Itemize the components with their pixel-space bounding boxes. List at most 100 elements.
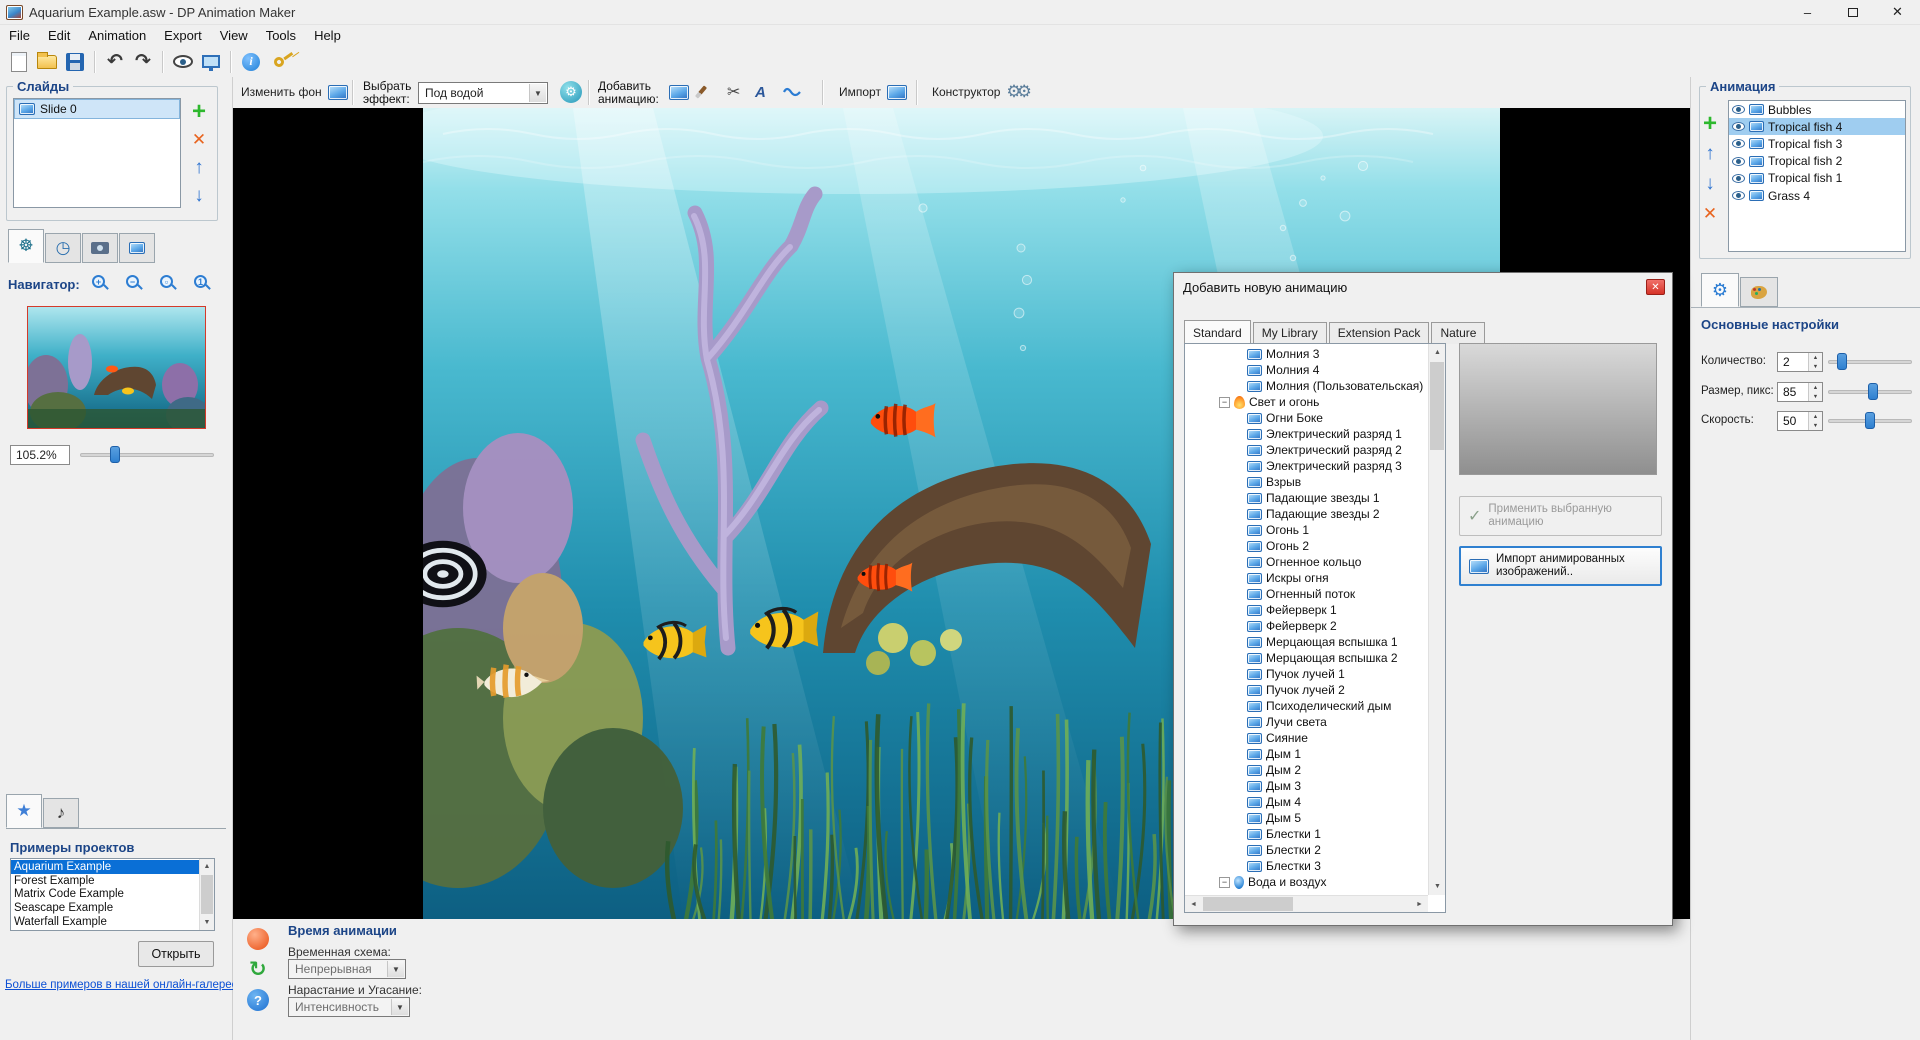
move-animation-up-button[interactable]: ↑	[1698, 142, 1722, 166]
tab-examples[interactable]: ★	[6, 794, 42, 828]
tree-category[interactable]: −Вода и воздух	[1185, 874, 1428, 890]
animation-item[interactable]: Tropical fish 2	[1729, 153, 1905, 170]
tree-item[interactable]: Электрический разряд 3	[1185, 458, 1428, 474]
menu-edit[interactable]: Edit	[39, 26, 79, 45]
add-slide-button[interactable]: +	[187, 100, 211, 124]
delete-animation-button[interactable]: ✕	[1698, 202, 1722, 226]
menu-tools[interactable]: Tools	[257, 26, 305, 45]
slider-thumb[interactable]	[1868, 383, 1878, 400]
delete-slide-button[interactable]: ✕	[187, 128, 211, 152]
tree-item[interactable]: Психоделический дым	[1185, 698, 1428, 714]
spin-down-icon[interactable]: ▼	[1809, 421, 1822, 430]
open-example-button[interactable]: Открыть	[138, 941, 214, 967]
tree-item[interactable]: Молния (Пользовательская)	[1185, 378, 1428, 394]
dialog-tab-extension-pack[interactable]: Extension Pack	[1329, 322, 1430, 344]
add-wave-effect-button[interactable]	[779, 79, 805, 105]
add-brush-effect-button[interactable]	[695, 79, 707, 105]
animation-item[interactable]: Bubbles	[1729, 101, 1905, 118]
zoom-fit-button[interactable]: ▫	[160, 275, 178, 293]
minimize-button[interactable]: –	[1785, 0, 1830, 24]
tab-appearance[interactable]	[1740, 277, 1778, 307]
chevron-down-icon[interactable]: ▼	[391, 999, 408, 1015]
tree-item[interactable]: Дым 4	[1185, 794, 1428, 810]
zoom-in-button[interactable]: +	[92, 275, 110, 293]
menu-view[interactable]: View	[211, 26, 257, 45]
add-cutout-button[interactable]: ✂	[723, 79, 744, 105]
slider-thumb[interactable]	[110, 446, 120, 463]
example-item[interactable]: Forest Example	[11, 874, 199, 888]
scrollbar-thumb[interactable]	[201, 875, 213, 914]
tab-time[interactable]: ◷	[45, 233, 81, 263]
tab-settings[interactable]: ⚙	[1701, 273, 1739, 307]
tree-item[interactable]: Дым 3	[1185, 778, 1428, 794]
scroll-left-icon[interactable]: ◄	[1185, 896, 1202, 913]
timer-icon[interactable]	[247, 928, 269, 950]
chevron-down-icon[interactable]: ▼	[529, 84, 546, 102]
add-text-button[interactable]: A	[751, 79, 770, 105]
navigator-thumbnail[interactable]	[27, 306, 206, 429]
setting-spinner[interactable]: 2▲▼	[1777, 352, 1823, 372]
preview-button[interactable]	[169, 49, 197, 75]
tree-item[interactable]: Дым 1	[1185, 746, 1428, 762]
change-background-button[interactable]: Изменить фон	[237, 79, 352, 105]
example-item[interactable]: Seascape Example	[11, 901, 199, 915]
effect-settings-button[interactable]: ⚙	[556, 79, 586, 105]
tree-item[interactable]: Электрический разряд 2	[1185, 442, 1428, 458]
scroll-down-icon[interactable]: ▼	[1429, 878, 1446, 895]
menu-export[interactable]: Export	[155, 26, 211, 45]
scrollbar-thumb[interactable]	[1203, 897, 1293, 911]
export-button[interactable]	[197, 49, 225, 75]
tree-item[interactable]: Огненный поток	[1185, 586, 1428, 602]
tree-item[interactable]: Мерцающая вспышка 1	[1185, 634, 1428, 650]
refresh-icon[interactable]: ↻	[249, 957, 267, 982]
tree-item[interactable]: Взрыв	[1185, 474, 1428, 490]
tree-item[interactable]: Блестки 2	[1185, 842, 1428, 858]
tree-item[interactable]: Огни Боке	[1185, 410, 1428, 426]
save-project-button[interactable]	[61, 49, 89, 75]
redo-button[interactable]: ↷	[129, 49, 157, 75]
setting-spinner[interactable]: 50▲▼	[1777, 411, 1823, 431]
tree-item[interactable]: Огонь 2	[1185, 538, 1428, 554]
slider-track[interactable]	[80, 453, 214, 457]
scroll-up-icon[interactable]: ▲	[1429, 344, 1446, 361]
apply-animation-button[interactable]: ✓ Применить выбранную анимацию	[1459, 496, 1662, 536]
about-button[interactable]: i	[237, 49, 265, 75]
tree-item[interactable]: Пучок лучей 1	[1185, 666, 1428, 682]
add-animation-button[interactable]: +	[1698, 112, 1722, 136]
example-item[interactable]: Aquarium Example	[11, 860, 199, 874]
spin-up-icon[interactable]: ▲	[1809, 353, 1822, 362]
tree-item[interactable]: Огненное кольцо	[1185, 554, 1428, 570]
animation-list[interactable]: BubblesTropical fish 4Tropical fish 3Tro…	[1728, 100, 1906, 252]
setting-slider[interactable]	[1828, 411, 1912, 431]
constructor-button[interactable]: Конструктор ⚙⚙	[928, 79, 1031, 105]
zoom-out-button[interactable]: −	[126, 275, 144, 293]
import-animated-images-button[interactable]: Импорт анимированных изображений..	[1459, 546, 1662, 586]
fade-combobox[interactable]: Интенсивность ▼	[288, 997, 410, 1017]
collapse-icon[interactable]: −	[1219, 397, 1230, 408]
examples-scrollbar[interactable]: ▲ ▼	[199, 859, 214, 930]
menu-help[interactable]: Help	[305, 26, 350, 45]
tree-item[interactable]: Дым 5	[1185, 810, 1428, 826]
tree-item[interactable]: Фейерверк 1	[1185, 602, 1428, 618]
spin-down-icon[interactable]: ▼	[1809, 392, 1822, 401]
tab-music[interactable]: ♪	[43, 798, 79, 828]
example-item[interactable]: Matrix Code Example	[11, 888, 199, 902]
navigator-zoom-slider[interactable]	[80, 445, 214, 465]
example-item[interactable]: Waterfall Example	[11, 915, 199, 929]
scheme-combobox[interactable]: Непрерывная ▼	[288, 959, 406, 979]
animation-item[interactable]: Tropical fish 3	[1729, 135, 1905, 152]
visibility-eye-icon[interactable]	[1732, 105, 1745, 114]
tree-item[interactable]: Блестки 1	[1185, 826, 1428, 842]
slider-thumb[interactable]	[1837, 353, 1847, 370]
animation-item[interactable]: Grass 4	[1729, 187, 1905, 204]
license-button[interactable]	[265, 49, 293, 75]
collapse-icon[interactable]: −	[1219, 877, 1230, 888]
move-slide-up-button[interactable]: ↑	[187, 156, 211, 180]
move-slide-down-button[interactable]: ↓	[187, 184, 211, 208]
open-project-button[interactable]	[33, 49, 61, 75]
tab-camera[interactable]	[82, 233, 118, 263]
tab-add-picture[interactable]	[119, 233, 155, 263]
scroll-up-icon[interactable]: ▲	[200, 859, 214, 874]
tree-item[interactable]: Искры огня	[1185, 570, 1428, 586]
spin-down-icon[interactable]: ▼	[1809, 362, 1822, 371]
